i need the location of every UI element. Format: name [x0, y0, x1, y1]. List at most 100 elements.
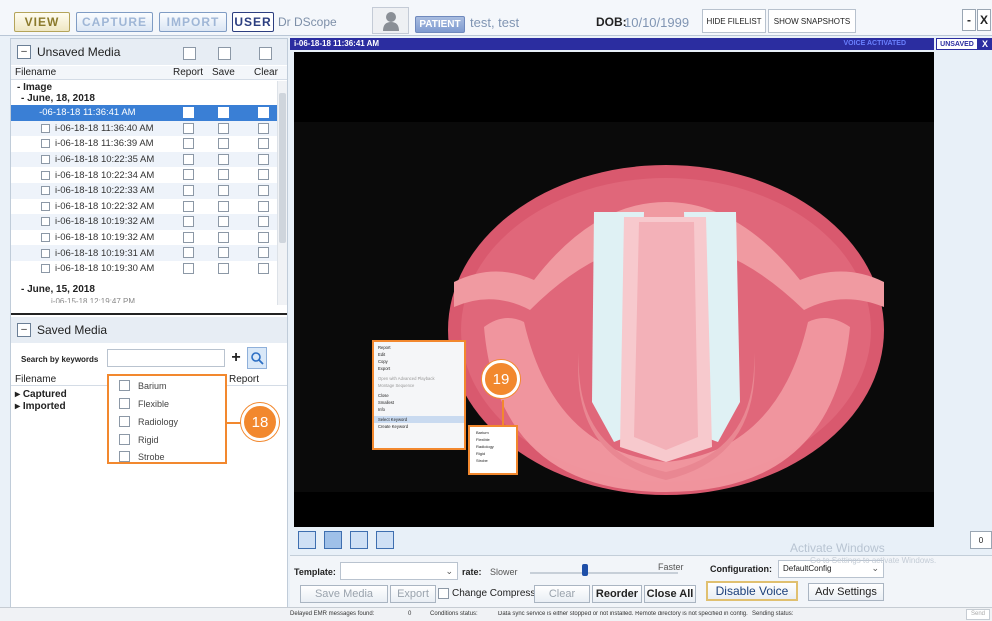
keyword-option[interactable]: Strobe: [119, 451, 165, 462]
list-item-name: i-06-18-18 11:36:40 AM: [55, 122, 154, 134]
list-item-name: i-06-18-18 10:19:32 AM: [55, 216, 155, 228]
saved-report-column[interactable]: Report: [229, 374, 259, 385]
adv-settings-button[interactable]: Adv Settings: [808, 583, 884, 601]
context-menu-item[interactable]: Close: [374, 392, 464, 399]
select-keyword-item[interactable]: Select Keyword: [374, 416, 464, 423]
saved-group-imported[interactable]: ▸ Imported: [15, 401, 66, 412]
date-group-2[interactable]: - June, 15, 2018: [21, 284, 95, 295]
list-item[interactable]: i-06-18-18 10:22:35 AM: [11, 151, 281, 168]
list-item[interactable]: i-06-18-18 10:19:30 AM: [11, 261, 281, 277]
clear-column[interactable]: Clear: [254, 67, 278, 78]
template-label: Template:: [294, 567, 336, 577]
search-button[interactable]: [247, 347, 267, 369]
submenu-item[interactable]: Radiology: [470, 443, 516, 450]
partial-list-item[interactable]: i-06-15-18 12:19:47 PM: [51, 297, 135, 303]
keyword-option[interactable]: Rigid: [119, 434, 159, 445]
submenu-item[interactable]: Flexible: [470, 436, 516, 443]
tool-icon[interactable]: [350, 531, 368, 549]
view-tab[interactable]: VIEW: [14, 12, 70, 32]
saved-group-captured[interactable]: ▸ Captured: [15, 389, 67, 400]
user-tab[interactable]: USER: [232, 12, 274, 32]
reorder-button[interactable]: Reorder: [592, 585, 642, 603]
export-button[interactable]: Export: [390, 585, 436, 603]
collapse-unsaved-button[interactable]: –: [17, 45, 31, 59]
clear-button[interactable]: Clear: [534, 585, 590, 603]
avatar[interactable]: [372, 7, 409, 34]
context-menu-item[interactable]: Create Keyword: [374, 423, 464, 430]
template-select[interactable]: ⌄: [340, 562, 458, 580]
report-all-checkbox[interactable]: [183, 47, 196, 60]
date-group-2-label: June, 15, 2018: [27, 284, 95, 295]
save-media-button[interactable]: Save Media: [300, 585, 388, 603]
keyword-option[interactable]: Flexible: [119, 398, 169, 409]
list-item[interactable]: i-06-18-18 11:36:39 AM: [11, 136, 281, 152]
keyword-option[interactable]: Radiology: [119, 416, 178, 427]
keyword-search-input[interactable]: [107, 349, 225, 367]
side-toggle[interactable]: 0: [970, 531, 992, 549]
context-menu-item[interactable]: Copy: [374, 358, 464, 365]
capture-tab[interactable]: CAPTURE: [76, 12, 153, 32]
tool-icon[interactable]: [324, 531, 342, 549]
tool-icon[interactable]: [298, 531, 316, 549]
context-menu-item[interactable]: Edit: [374, 351, 464, 358]
list-item[interactable]: i-06-18-18 10:19:32 AM: [11, 230, 281, 246]
save-all-checkbox[interactable]: [218, 47, 231, 60]
import-tab[interactable]: IMPORT: [159, 12, 227, 32]
save-column[interactable]: Save: [212, 67, 235, 78]
list-item[interactable]: i-06-18-18 10:22:32 AM: [11, 199, 281, 215]
chevron-down-icon: ⌄: [445, 566, 453, 576]
close-all-button[interactable]: Close All: [644, 585, 696, 603]
close-viewer-button[interactable]: X: [978, 38, 992, 50]
list-item-name: i-06-18-18 10:19:32 AM: [55, 232, 155, 244]
submenu-item[interactable]: Barium: [470, 429, 516, 436]
scrollbar-thumb[interactable]: [279, 93, 286, 243]
faster-label: Faster: [658, 562, 684, 572]
patient-name: test, test: [470, 15, 520, 30]
context-menu-item[interactable]: Export: [374, 365, 464, 372]
collapse-saved-button[interactable]: –: [17, 323, 31, 337]
rate-slider-thumb[interactable]: [582, 564, 588, 576]
context-menu-item[interactable]: Montage Sequence: [374, 382, 464, 389]
list-item[interactable]: i-06-18-18 10:19:32 AM: [11, 214, 281, 230]
unsaved-media-title: Unsaved Media: [37, 45, 121, 59]
hide-filelist-button[interactable]: HIDE FILELIST: [702, 9, 766, 33]
clear-all-checkbox[interactable]: [259, 47, 272, 60]
tool-icon[interactable]: [376, 531, 394, 549]
patient-button[interactable]: PATIENT: [415, 16, 465, 33]
list-item[interactable]: i-06-18-18 10:22:34 AM: [11, 167, 281, 183]
unsaved-scrollbar[interactable]: [277, 81, 287, 305]
context-menu-item[interactable]: Smallest: [374, 399, 464, 406]
change-compression-checkbox[interactable]: [438, 588, 449, 599]
config-label: Configuration:: [710, 564, 772, 574]
add-keyword-button[interactable]: +: [229, 349, 243, 367]
filename-column[interactable]: Filename: [15, 67, 56, 78]
change-compression-option[interactable]: Change Compression: [438, 588, 549, 599]
context-menu-item[interactable]: Info: [374, 406, 464, 413]
context-menu-item[interactable]: Open with Advanced Playback: [374, 375, 464, 382]
context-menu-item[interactable]: Report: [374, 344, 464, 351]
list-item[interactable]: ✓i-06-18-18 11:36:41 AM: [11, 105, 281, 121]
close-window-button[interactable]: X: [977, 9, 991, 31]
minimize-button[interactable]: -: [962, 9, 976, 31]
list-item[interactable]: i-06-18-18 10:19:31 AM: [11, 245, 281, 261]
callout-badge-19: 19: [482, 360, 520, 398]
group-image[interactable]: - Image: [17, 82, 52, 93]
send-button[interactable]: Send: [966, 609, 990, 620]
keyword-option[interactable]: Barium: [119, 380, 167, 391]
report-column[interactable]: Report: [173, 67, 203, 78]
show-snapshots-button[interactable]: SHOW SNAPSHOTS: [768, 9, 856, 33]
submenu-item[interactable]: Rigid: [470, 450, 516, 457]
image-viewer[interactable]: Report Edit Copy Export Open with Advanc…: [294, 52, 934, 527]
disable-voice-button[interactable]: Disable Voice: [706, 581, 798, 601]
rate-slider[interactable]: [530, 564, 678, 576]
list-item[interactable]: i-06-18-18 10:22:33 AM: [11, 183, 281, 199]
keyword-option-label: Flexible: [138, 398, 170, 409]
unsaved-media-header: – Unsaved Media: [11, 39, 287, 65]
submenu-item[interactable]: Strobe: [470, 457, 516, 464]
date-group-1[interactable]: - June, 18, 2018: [21, 93, 95, 104]
list-item-name: i-06-18-18 10:22:33 AM: [55, 185, 155, 197]
saved-filename-column[interactable]: Filename: [15, 374, 56, 385]
list-item[interactable]: i-06-18-18 11:36:40 AM: [11, 120, 281, 137]
panel-divider[interactable]: [11, 313, 287, 315]
dob-value: 10/10/1999: [624, 15, 690, 30]
